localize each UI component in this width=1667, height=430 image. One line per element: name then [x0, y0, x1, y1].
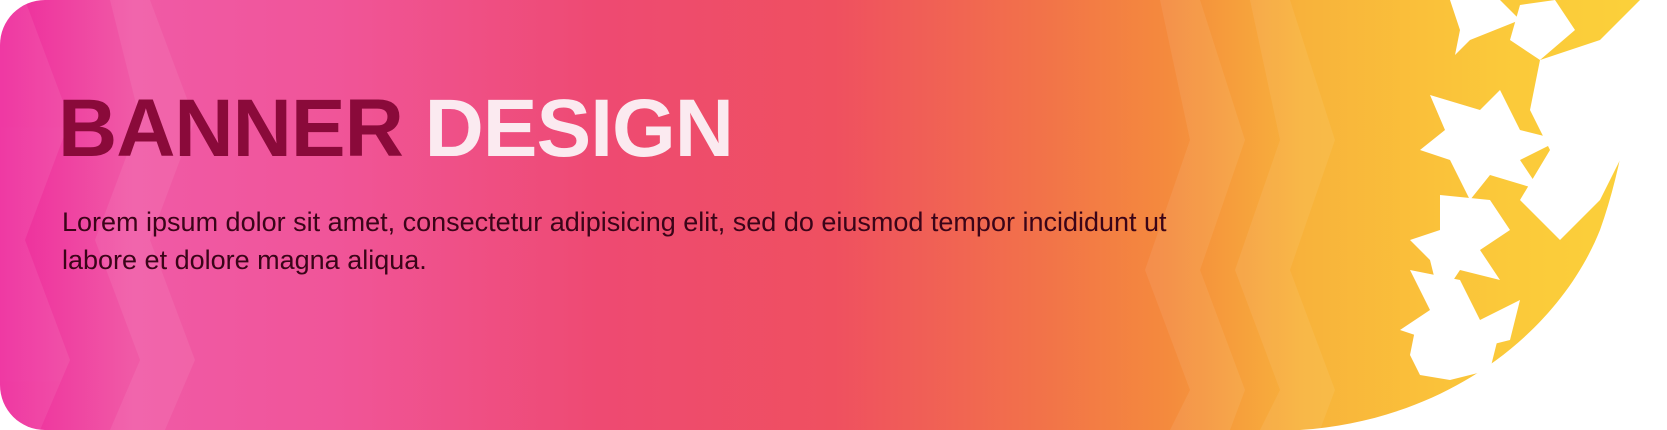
banner-body-text: Lorem ipsum dolor sit amet, consectetur …: [62, 207, 1167, 275]
banner-title: BANNER DESIGN: [58, 88, 734, 170]
title-word-banner: BANNER: [58, 83, 404, 174]
title-word-design: DESIGN: [424, 83, 734, 174]
